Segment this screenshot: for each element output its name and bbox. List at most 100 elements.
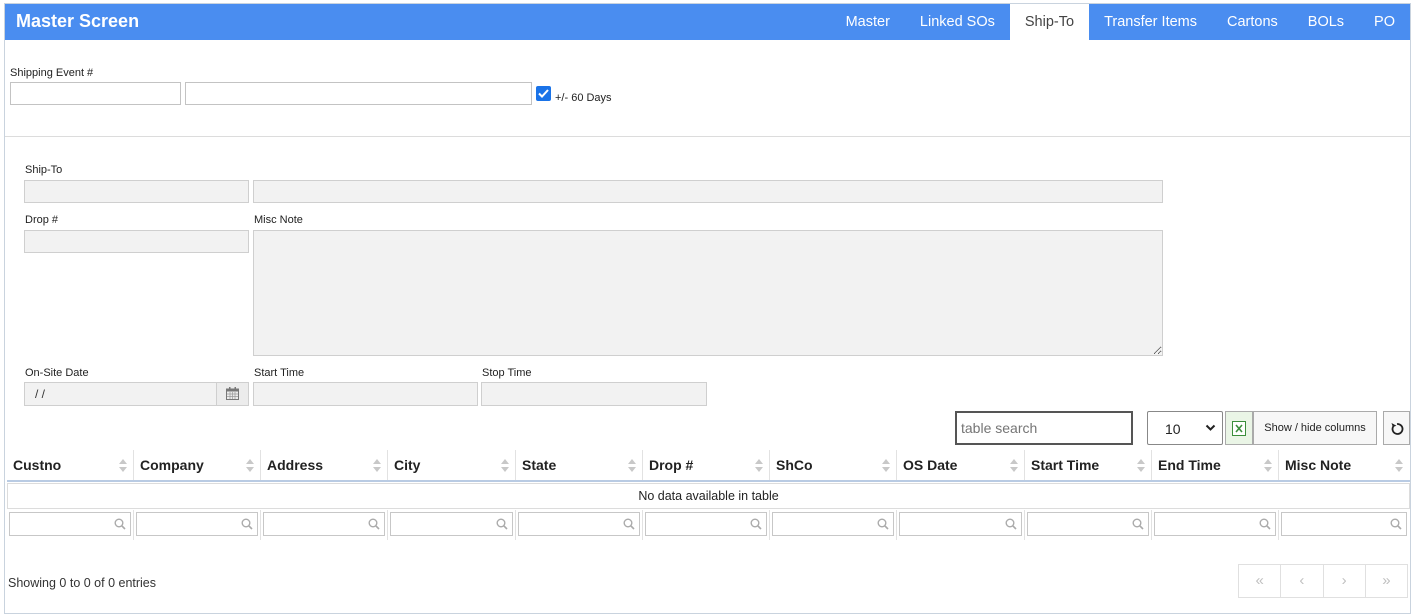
- column-header-start-time[interactable]: Start Time: [1025, 450, 1152, 480]
- search-icon: [877, 518, 889, 530]
- column-filter-cell: [1025, 510, 1152, 540]
- start-time-field: [253, 382, 478, 406]
- column-header-label: End Time: [1158, 457, 1221, 473]
- app-title: Master Screen: [16, 11, 140, 31]
- column-filter-input[interactable]: [645, 512, 767, 536]
- column-filter-input[interactable]: [1281, 512, 1407, 536]
- sort-icon: [1010, 459, 1018, 472]
- search-icon: [750, 518, 762, 530]
- misc-note-textarea: [253, 230, 1163, 356]
- app-frame: Master Screen Master Linked SOs Ship-To …: [4, 3, 1411, 614]
- next-page-button[interactable]: ›: [1324, 565, 1366, 597]
- column-header-label: OS Date: [903, 457, 958, 473]
- sort-icon: [501, 459, 509, 472]
- column-filter-input[interactable]: [390, 512, 513, 536]
- stop-time-label: Stop Time: [482, 367, 532, 379]
- search-icon: [1005, 518, 1017, 530]
- section-divider: [5, 136, 1410, 137]
- column-filter-input[interactable]: [1027, 512, 1149, 536]
- column-filter-input[interactable]: [136, 512, 258, 536]
- ship-to-name-field: [253, 180, 1163, 203]
- column-header-end-time[interactable]: End Time: [1152, 450, 1279, 480]
- search-icon: [241, 518, 253, 530]
- column-header-company[interactable]: Company: [134, 450, 261, 480]
- column-filter-cell: [770, 510, 897, 540]
- column-filter-input[interactable]: [772, 512, 894, 536]
- tab-linked-sos[interactable]: Linked SOs: [905, 4, 1010, 40]
- ship-to-code-field: [24, 180, 249, 203]
- tab-transfer-items[interactable]: Transfer Items: [1089, 4, 1212, 40]
- column-filter-cell: [1279, 510, 1409, 540]
- column-filter-cell: [388, 510, 516, 540]
- column-header-address[interactable]: Address: [261, 450, 388, 480]
- column-header-label: Misc Note: [1285, 457, 1352, 473]
- column-header-misc-note[interactable]: Misc Note: [1279, 450, 1409, 480]
- column-header-label: Drop #: [649, 457, 694, 473]
- last-page-button[interactable]: »: [1366, 565, 1407, 597]
- sort-icon: [882, 459, 890, 472]
- column-filter-input[interactable]: [9, 512, 131, 536]
- previous-page-button[interactable]: ‹: [1281, 565, 1324, 597]
- table-header: Custno Company Address City State Drop #…: [7, 450, 1410, 482]
- search-icon: [496, 518, 508, 530]
- column-filter-input[interactable]: [518, 512, 640, 536]
- tab-master[interactable]: Master: [831, 4, 905, 40]
- column-header-city[interactable]: City: [388, 450, 516, 480]
- column-filter-cell: [7, 510, 134, 540]
- sort-icon: [1137, 459, 1145, 472]
- drop-label: Drop #: [25, 214, 59, 226]
- refresh-button[interactable]: [1383, 411, 1410, 445]
- column-header-os-date[interactable]: OS Date: [897, 450, 1025, 480]
- search-icon: [368, 518, 380, 530]
- column-filter-cell: [261, 510, 388, 540]
- tab-po[interactable]: PO: [1359, 4, 1410, 40]
- drop-number-field: [24, 230, 249, 253]
- start-time-label: Start Time: [254, 367, 305, 379]
- top-bar: Master Screen Master Linked SOs Ship-To …: [5, 4, 1410, 40]
- excel-icon: [1232, 421, 1246, 436]
- page-length-select[interactable]: 10: [1147, 411, 1223, 445]
- sort-icon: [246, 459, 254, 472]
- column-header-state[interactable]: State: [516, 450, 643, 480]
- column-header-label: City: [394, 457, 421, 473]
- show-hide-columns-button[interactable]: Show / hide columns: [1253, 411, 1377, 445]
- column-filter-input[interactable]: [899, 512, 1022, 536]
- column-header-shco[interactable]: ShCo: [770, 450, 897, 480]
- column-header-label: State: [522, 457, 557, 473]
- search-icon: [1259, 518, 1271, 530]
- column-header-drop[interactable]: Drop #: [643, 450, 770, 480]
- column-filter-input[interactable]: [1154, 512, 1276, 536]
- chevron-down-icon: [1205, 424, 1216, 431]
- column-filter-cell: [643, 510, 770, 540]
- export-excel-button[interactable]: [1225, 411, 1253, 445]
- first-page-button[interactable]: «: [1239, 565, 1282, 597]
- column-header-label: Custno: [13, 457, 62, 473]
- calendar-button[interactable]: [216, 383, 248, 405]
- tab-bols[interactable]: BOLs: [1293, 4, 1359, 40]
- checkmark-icon: [538, 89, 549, 98]
- onsite-date-label: On-Site Date: [25, 367, 89, 379]
- column-filter-cell: [516, 510, 643, 540]
- column-header-label: ShCo: [776, 457, 813, 473]
- ship-to-label: Ship-To: [25, 164, 63, 176]
- shipping-event-description-input[interactable]: [185, 82, 532, 105]
- sort-icon: [1264, 459, 1272, 472]
- column-header-custno[interactable]: Custno: [7, 450, 134, 480]
- refresh-icon: [1391, 423, 1404, 435]
- column-header-label: Address: [267, 457, 324, 473]
- column-filter-cell: [1152, 510, 1279, 540]
- column-filter-input[interactable]: [263, 512, 385, 536]
- tab-ship-to[interactable]: Ship-To: [1009, 4, 1090, 40]
- column-filter-cell: [134, 510, 261, 540]
- stop-time-field: [481, 382, 707, 406]
- table-search-input[interactable]: [955, 411, 1133, 445]
- pagination: « ‹ › »: [1238, 564, 1408, 598]
- column-header-label: Company: [140, 457, 204, 473]
- column-header-label: Start Time: [1031, 457, 1100, 473]
- days-checkbox[interactable]: [536, 86, 551, 101]
- shipping-event-input[interactable]: [10, 82, 181, 105]
- onsite-date-field: / /: [24, 382, 249, 406]
- tab-cartons[interactable]: Cartons: [1212, 4, 1293, 40]
- sort-icon: [119, 459, 127, 472]
- sort-icon: [1395, 459, 1403, 472]
